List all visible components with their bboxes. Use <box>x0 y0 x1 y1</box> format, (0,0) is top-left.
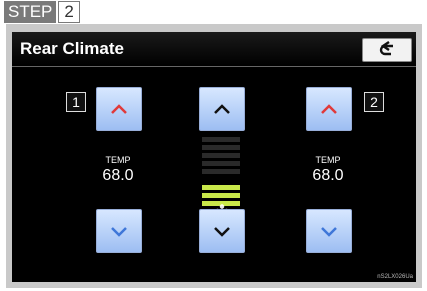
chevron-up-icon <box>214 104 230 114</box>
step-number: 2 <box>58 1 80 23</box>
zone-1-badge: 1 <box>66 92 86 112</box>
fan-bar-active <box>202 185 240 190</box>
page-title: Rear Climate <box>20 39 124 58</box>
left-temp-label: TEMP <box>105 155 131 165</box>
step-label: STEP <box>4 1 57 23</box>
chevron-up-icon <box>111 104 127 114</box>
left-temp-up-button[interactable] <box>96 87 142 131</box>
back-arrow-icon <box>379 41 393 56</box>
right-zone-controls: TEMP 68.0 <box>306 87 352 253</box>
zone-2-badge: 2 <box>364 92 384 112</box>
fan-bar <box>202 169 240 174</box>
back-button[interactable] <box>362 38 412 62</box>
left-temp-down-button[interactable] <box>96 209 142 253</box>
right-temp-value: 68.0 <box>312 167 344 184</box>
chevron-down-icon <box>214 227 230 237</box>
fan-speed-down-button[interactable] <box>199 209 245 253</box>
fan-bar-active <box>202 193 240 198</box>
header-bar: Rear Climate <box>12 32 416 67</box>
image-code: nS2LX026Ua <box>377 274 413 280</box>
left-zone-controls: TEMP 68.0 <box>96 87 142 253</box>
right-temp-down-button[interactable] <box>306 209 352 253</box>
chevron-down-icon <box>321 227 337 237</box>
rear-climate-screen: Rear Climate 1 TEMP 68.0 TEMP 68.0 2 nS2… <box>12 32 416 282</box>
right-temp-up-button[interactable] <box>306 87 352 131</box>
right-temp-label: TEMP <box>315 155 341 165</box>
fan-speed-up-button[interactable] <box>199 87 245 131</box>
chevron-up-icon <box>321 104 337 114</box>
left-temp-value: 68.0 <box>102 167 134 184</box>
step-badge: STEP 2 <box>4 1 80 23</box>
fan-bar <box>202 161 240 166</box>
fan-bar <box>202 153 240 158</box>
fan-bar <box>202 137 240 142</box>
chevron-down-icon <box>111 227 127 237</box>
fan-speed-controls <box>199 87 245 253</box>
fan-bar <box>202 145 240 150</box>
